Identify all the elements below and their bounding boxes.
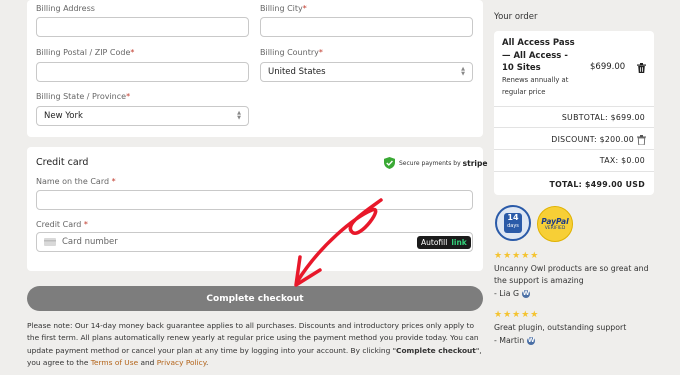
order-divider xyxy=(494,106,654,107)
order-divider xyxy=(494,149,654,150)
paypal-verified-badge: PayPal VERIFIED xyxy=(537,206,573,242)
review-text: Uncanny Owl products are so great and th… xyxy=(494,264,649,286)
subtotal-row: SUBTOTAL: $699.00 xyxy=(561,113,645,122)
discount-row: DISCOUNT: $200.00 xyxy=(551,135,634,144)
trash-icon[interactable] xyxy=(637,135,646,145)
review-stars: ★★★★★ xyxy=(494,251,540,261)
review-author: - Lia GW xyxy=(494,289,531,298)
tax-row: TAX: $0.00 xyxy=(599,156,645,165)
order-divider xyxy=(494,127,654,128)
wordpress-icon: W xyxy=(527,336,536,345)
order-item-price: $699.00 xyxy=(590,62,626,72)
review-text: Great plugin, outstanding support xyxy=(494,323,627,332)
order-item-name: All Access Pass — All Access - 10 Sites xyxy=(502,38,575,73)
your-order-title: Your order xyxy=(494,12,538,22)
money-back-guarantee-badge: 14 days xyxy=(495,205,531,241)
total-row: TOTAL: $499.00 USD xyxy=(549,180,645,189)
order-divider xyxy=(494,171,654,172)
review-stars: ★★★★★ xyxy=(494,310,540,320)
wordpress-icon: W xyxy=(522,289,531,298)
order-item-renewal: Renews annually at regular price xyxy=(502,76,569,96)
review-author: - Martin W xyxy=(494,336,536,345)
trash-icon[interactable] xyxy=(637,63,646,73)
